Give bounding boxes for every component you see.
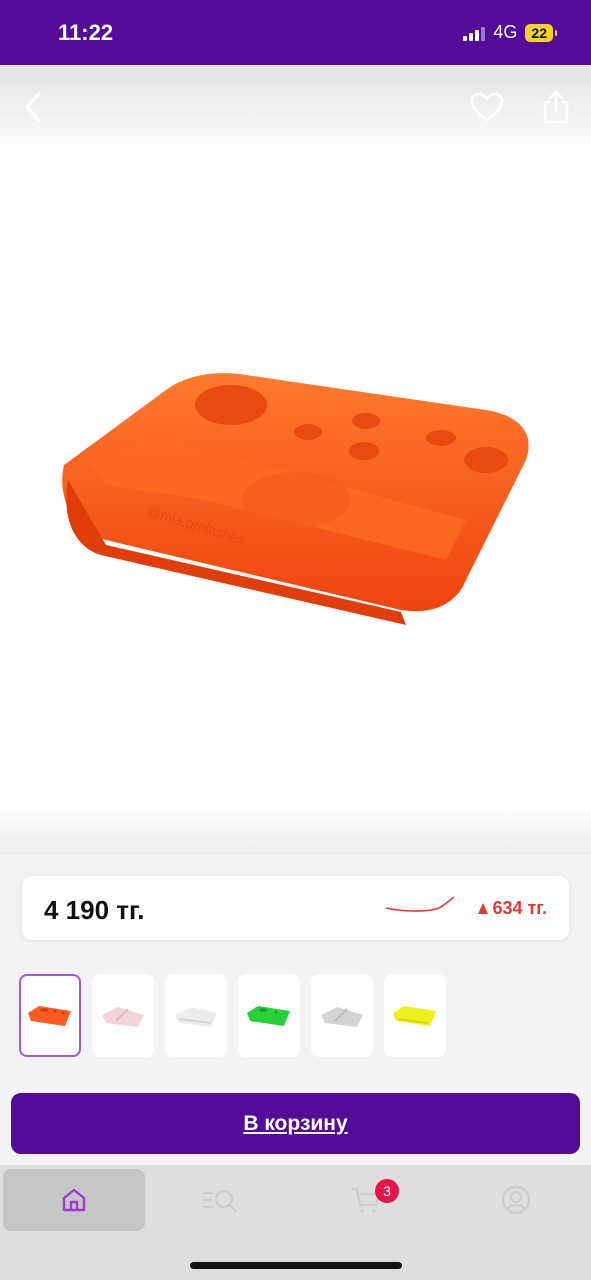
tab-profile[interactable] (445, 1169, 587, 1231)
triangle-up-icon (478, 903, 489, 914)
tab-cart[interactable]: 3 (295, 1169, 437, 1231)
share-icon (543, 90, 569, 124)
thumbnail-list (19, 974, 446, 1058)
home-indicator (190, 1262, 402, 1269)
heart-icon (470, 92, 504, 122)
top-nav (0, 65, 591, 155)
thumbnail-pink[interactable] (92, 974, 154, 1057)
price-diff-value: 634 тг. (492, 898, 547, 918)
catalog-search-icon (202, 1189, 238, 1213)
chevron-left-icon (25, 92, 41, 122)
price-diff: 634 тг. (478, 898, 547, 919)
tab-home[interactable] (3, 1169, 145, 1231)
thumbnail-image (393, 1005, 436, 1026)
thumbnail-orange[interactable] (19, 974, 81, 1057)
thumbnail-image (247, 1005, 290, 1026)
thumbnail-yellow[interactable] (384, 974, 446, 1057)
favorite-button[interactable] (467, 87, 507, 127)
tab-catalog[interactable] (149, 1169, 291, 1231)
share-button[interactable] (536, 87, 576, 127)
battery-icon: 22 (525, 23, 557, 42)
thumbnail-gray[interactable] (311, 974, 373, 1057)
thumbnail-image (175, 1006, 217, 1027)
status-time: 11:22 (58, 20, 114, 45)
product-image[interactable]: @mia.prolashes (0, 155, 591, 845)
profile-icon (501, 1185, 531, 1215)
network-label: 4G (493, 22, 518, 42)
thumbnail-white[interactable] (165, 974, 227, 1057)
thumbnail-image (102, 1006, 144, 1027)
thumbnail-image (321, 1006, 363, 1027)
status-bar: 11:22 4G 22 (0, 0, 591, 65)
lash-tray-image: @mia.prolashes (61, 373, 529, 625)
price-trend-icon (385, 896, 455, 912)
thumbnail-green[interactable] (238, 974, 300, 1057)
price: 4 190 тг. (44, 895, 145, 925)
cart-badge: 3 (375, 1179, 399, 1203)
image-fade (0, 805, 591, 855)
status-indicators: 4G 22 (463, 22, 557, 43)
home-icon (62, 1188, 86, 1212)
price-card: 4 190 тг. 634 тг. (22, 876, 569, 940)
add-to-cart-button[interactable]: В корзину (11, 1093, 580, 1154)
thumbnail-image (28, 1005, 71, 1026)
signal-icon (463, 25, 486, 41)
back-button[interactable] (14, 87, 54, 127)
